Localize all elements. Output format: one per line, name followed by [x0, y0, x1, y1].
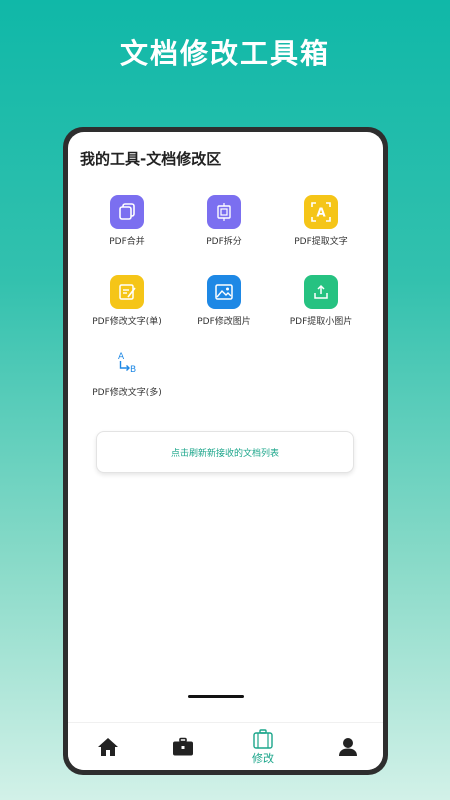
tab-toolbox[interactable]: [158, 723, 208, 770]
profile-icon: [339, 738, 357, 756]
edit-icon: [253, 728, 273, 749]
tool-label: PDF修改文字(多): [92, 388, 162, 398]
tab-edit-label: 修改: [252, 751, 274, 765]
tool-label: PDF拆分: [206, 237, 242, 247]
tool-pdf-merge[interactable]: PDF合并: [77, 195, 177, 247]
tab-profile[interactable]: [323, 723, 373, 770]
pdf-extract-image-icon: [304, 275, 338, 309]
page-title: 我的工具-文档修改区: [80, 150, 222, 168]
phone-frame: 我的工具-文档修改区 PDF合并 PDF拆分 A PDF提取文字 PDF修改文字…: [63, 127, 388, 775]
promo-page: 文档修改工具箱 我的工具-文档修改区 PDF合并 PDF拆分 A PDF提取文字…: [0, 0, 450, 800]
home-icon: [98, 738, 118, 756]
pdf-edit-text-single-icon: [110, 275, 144, 309]
refresh-documents-button[interactable]: 点击刷新新接收的文档列表: [96, 431, 354, 473]
tab-home[interactable]: [83, 723, 133, 770]
tool-pdf-edit-text-single[interactable]: PDF修改文字(单): [77, 275, 177, 327]
tool-label: PDF提取小图片: [289, 317, 353, 327]
svg-text:A: A: [118, 352, 125, 362]
pdf-split-icon: [207, 195, 241, 229]
tool-label: PDF提取文字: [294, 237, 348, 247]
tool-label: PDF修改文字(单): [92, 317, 162, 327]
svg-text:B: B: [130, 365, 136, 375]
tab-bar: 修改: [68, 722, 383, 770]
tab-edit[interactable]: 修改: [238, 723, 288, 770]
tool-pdf-extract-image[interactable]: PDF提取小图片: [271, 275, 371, 327]
svg-text:A: A: [316, 206, 326, 220]
tool-label: PDF合并: [109, 237, 145, 247]
tool-label: PDF修改图片: [197, 317, 251, 327]
pdf-edit-text-multi-icon: A B: [110, 346, 144, 380]
tool-pdf-edit-image[interactable]: PDF修改图片: [174, 275, 274, 327]
home-indicator: [188, 695, 244, 698]
promo-title: 文档修改工具箱: [119, 37, 330, 70]
tool-pdf-edit-text-multi[interactable]: A B PDF修改文字(多): [77, 346, 177, 398]
pdf-edit-image-icon: [207, 275, 241, 309]
toolbox-icon: [173, 737, 193, 756]
pdf-merge-icon: [110, 195, 144, 229]
tool-pdf-extract-text[interactable]: A PDF提取文字: [271, 195, 371, 247]
app-screen: 我的工具-文档修改区 PDF合并 PDF拆分 A PDF提取文字 PDF修改文字…: [68, 132, 383, 770]
tool-pdf-split[interactable]: PDF拆分: [174, 195, 274, 247]
pdf-extract-text-icon: A: [304, 195, 338, 229]
